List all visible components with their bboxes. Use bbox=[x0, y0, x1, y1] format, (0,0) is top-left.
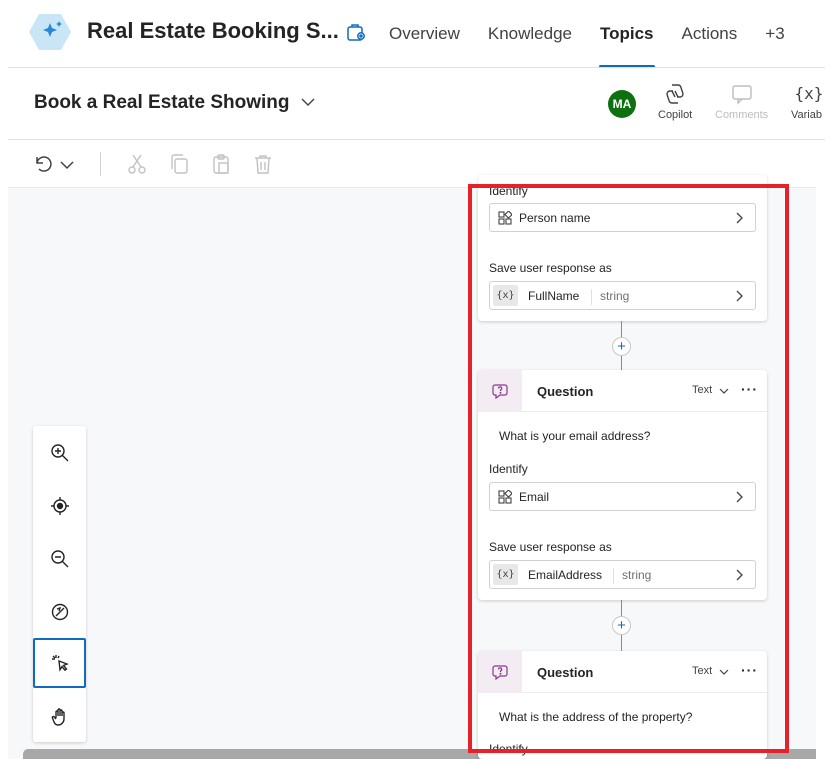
save-variable-field[interactable]: {x} FullName string bbox=[489, 281, 756, 310]
question-type-dropdown[interactable]: Text bbox=[692, 384, 712, 396]
zoom-in-icon bbox=[50, 444, 68, 462]
variable-name: FullName bbox=[528, 289, 580, 303]
identify-label: Identify bbox=[489, 462, 528, 476]
add-node-button[interactable]: + bbox=[612, 616, 631, 635]
question-icon-box bbox=[478, 370, 522, 412]
zoom-out-icon bbox=[50, 550, 68, 568]
hand-icon bbox=[51, 708, 65, 726]
chevron-down-icon[interactable] bbox=[718, 385, 730, 397]
comments-label: Comments bbox=[715, 109, 769, 121]
zoom-out-button[interactable] bbox=[33, 534, 86, 584]
paste-icon[interactable] bbox=[209, 152, 233, 176]
question-prompt[interactable]: What is your email address? bbox=[499, 429, 650, 443]
identify-entity-field[interactable]: Person name bbox=[489, 203, 756, 232]
cursor-click-icon bbox=[51, 655, 69, 672]
minimap-off-icon bbox=[51, 603, 68, 621]
delete-icon[interactable] bbox=[251, 152, 275, 176]
question-icon bbox=[492, 665, 508, 680]
variable-icon: {x} bbox=[794, 84, 824, 103]
tab-label: Topics bbox=[599, 24, 654, 43]
tab-list: Overview Knowledge Topics Actions +3 bbox=[375, 0, 799, 68]
entity-name: Email bbox=[519, 490, 550, 504]
chevron-down-icon[interactable] bbox=[718, 666, 730, 678]
fit-view-button[interactable] bbox=[33, 481, 86, 531]
undo-icon[interactable] bbox=[32, 152, 56, 176]
identify-entity-field[interactable]: Email bbox=[489, 482, 756, 511]
chevron-right-icon bbox=[736, 569, 743, 581]
question-type-dropdown[interactable]: Text bbox=[692, 665, 712, 677]
copilot-button[interactable]: Copilot bbox=[658, 82, 692, 121]
node-title: Question bbox=[537, 384, 594, 399]
variables-button[interactable]: {x} Variab bbox=[791, 82, 824, 121]
topic-title[interactable]: Book a Real Estate Showing bbox=[34, 92, 290, 114]
topic-bar: Book a Real Estate Showing MA Copilot Co… bbox=[8, 68, 833, 140]
variables-label: Variab bbox=[791, 109, 822, 121]
variable-icon: {x} bbox=[493, 285, 518, 306]
entity-icon bbox=[498, 211, 512, 225]
save-response-label: Save user response as bbox=[489, 261, 612, 275]
chevron-right-icon bbox=[736, 290, 743, 302]
zoom-in-button[interactable] bbox=[33, 428, 86, 478]
question-prompt[interactable]: What is the address of the property? bbox=[499, 710, 692, 724]
tab-label: +3 bbox=[765, 24, 785, 43]
avatar[interactable]: MA bbox=[608, 90, 636, 118]
app-header: Real Estate Booking S... Overview Knowle… bbox=[0, 0, 833, 68]
variable-name: EmailAddress bbox=[528, 568, 603, 582]
more-options-button[interactable]: ··· bbox=[741, 381, 758, 397]
chevron-down-icon[interactable] bbox=[298, 92, 318, 112]
question-icon bbox=[492, 384, 508, 399]
variable-icon: {x} bbox=[493, 564, 518, 585]
question-node[interactable]: Question Text ··· What is your email add… bbox=[478, 370, 767, 600]
save-response-label: Save user response as bbox=[489, 540, 612, 554]
target-icon bbox=[50, 497, 69, 515]
canvas-controls bbox=[33, 426, 86, 742]
save-variable-field[interactable]: {x} EmailAddress string bbox=[489, 560, 756, 589]
pan-mode-button[interactable] bbox=[33, 692, 86, 742]
identify-label: Identify bbox=[489, 742, 528, 756]
variable-type: string bbox=[613, 568, 651, 584]
agent-settings-icon[interactable] bbox=[344, 20, 368, 44]
minimap-toggle-button[interactable] bbox=[33, 587, 86, 637]
chevron-right-icon bbox=[736, 212, 743, 224]
identify-label: Identify bbox=[489, 184, 528, 198]
variable-type: string bbox=[591, 289, 629, 305]
more-options-button[interactable]: ··· bbox=[741, 662, 758, 678]
node-header: Question Text ··· bbox=[478, 370, 767, 412]
comments-button[interactable]: Comments bbox=[715, 82, 768, 121]
copilot-label: Copilot bbox=[658, 109, 693, 121]
app-title: Real Estate Booking S... bbox=[87, 18, 339, 43]
tab-topics[interactable]: Topics bbox=[586, 0, 668, 68]
question-node[interactable]: Question Text ··· What is the address of… bbox=[478, 651, 767, 759]
copilot-agent-logo-icon bbox=[29, 14, 71, 50]
divider bbox=[100, 152, 101, 176]
tab-more[interactable]: +3 bbox=[751, 0, 798, 68]
question-node[interactable]: Identify Person name Save user response … bbox=[478, 175, 767, 321]
copy-icon[interactable] bbox=[167, 152, 191, 176]
tab-label: Actions bbox=[681, 24, 738, 43]
comment-icon bbox=[731, 85, 752, 105]
chevron-down-icon[interactable] bbox=[58, 152, 76, 176]
cut-icon[interactable] bbox=[125, 152, 149, 176]
tab-actions[interactable]: Actions bbox=[668, 0, 752, 68]
tab-knowledge[interactable]: Knowledge bbox=[474, 0, 586, 68]
select-mode-button[interactable] bbox=[33, 638, 86, 688]
node-title: Question bbox=[537, 665, 594, 680]
add-node-button[interactable]: + bbox=[612, 337, 631, 356]
tab-overview[interactable]: Overview bbox=[375, 0, 474, 68]
question-icon-box bbox=[478, 651, 522, 693]
tab-label: Knowledge bbox=[487, 24, 572, 43]
tab-label: Overview bbox=[389, 24, 460, 43]
entity-icon bbox=[498, 490, 512, 504]
chevron-right-icon bbox=[736, 491, 743, 503]
node-header: Question Text ··· bbox=[478, 651, 767, 693]
copilot-icon bbox=[666, 84, 684, 104]
entity-name: Person name bbox=[519, 211, 591, 225]
